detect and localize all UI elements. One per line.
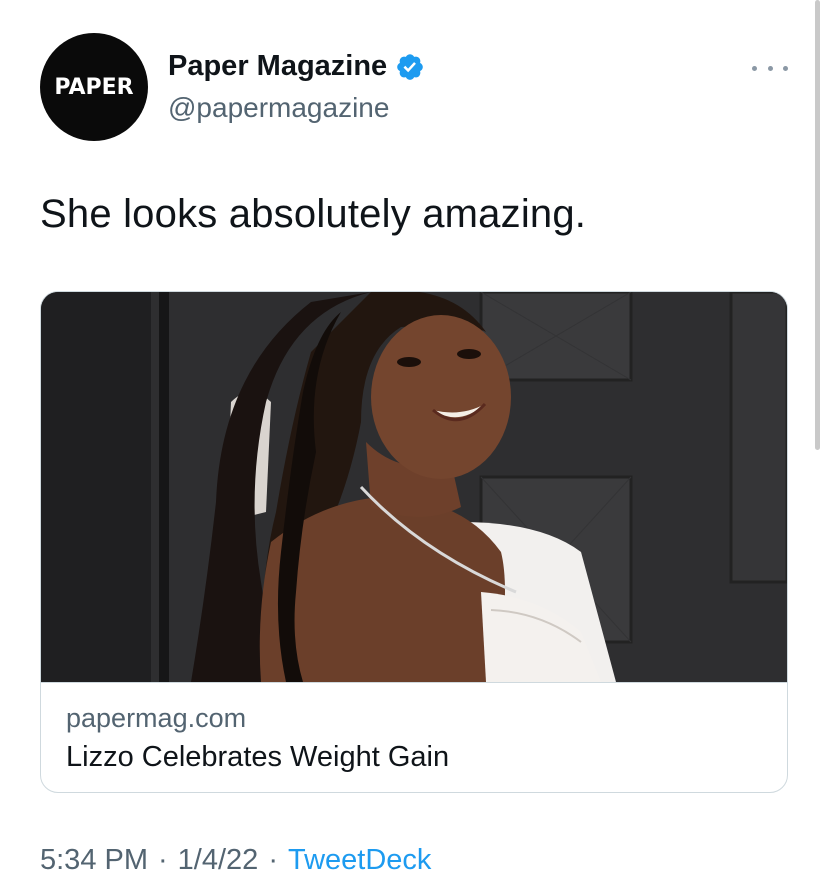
tweet-text: She looks absolutely amazing.	[40, 192, 587, 236]
scrollbar[interactable]	[815, 0, 820, 450]
display-name[interactable]: Paper Magazine	[168, 50, 387, 83]
avatar-logo-text: PAPER	[54, 74, 134, 100]
tweet-source-link[interactable]: TweetDeck	[288, 844, 431, 877]
handle[interactable]: @papermagazine	[168, 92, 389, 124]
card-domain: papermag.com	[66, 703, 247, 733]
card-photo-illustration	[41, 292, 787, 682]
tweet-meta: 5:34 PM · 1/4/22 · TweetDeck	[40, 844, 431, 877]
tweet-time[interactable]: 5:34 PM	[40, 844, 148, 877]
meta-separator: ·	[268, 844, 278, 876]
more-dot	[783, 65, 788, 71]
meta-separator: ·	[158, 844, 168, 876]
link-card[interactable]: papermag.com Lizzo Celebrates Weight Gai…	[40, 291, 788, 793]
tweet-date[interactable]: 1/4/22	[178, 844, 259, 877]
avatar[interactable]: PAPER	[40, 33, 148, 141]
card-title: Lizzo Celebrates Weight Gain	[66, 741, 450, 773]
tweet-view: PAPER Paper Magazine @papermagazine She …	[0, 0, 828, 896]
card-image[interactable]	[41, 292, 787, 682]
author-name-row: Paper Magazine	[168, 50, 425, 83]
more-dot	[767, 65, 773, 71]
verified-badge-icon	[397, 53, 423, 80]
more-horizontal-icon[interactable]	[752, 58, 788, 78]
card-divider	[41, 682, 787, 683]
more-dot	[752, 65, 757, 71]
